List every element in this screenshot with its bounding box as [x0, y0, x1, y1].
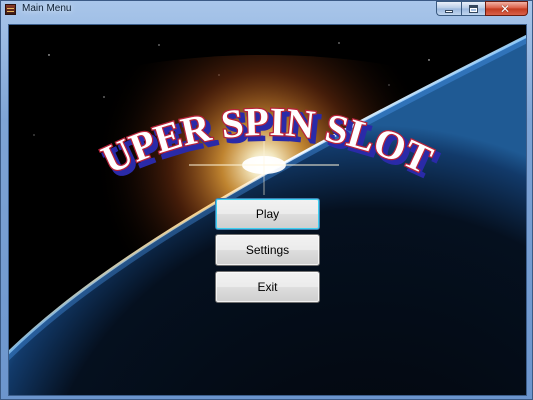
close-icon: ✕: [500, 2, 511, 16]
settings-button[interactable]: Settings: [215, 234, 320, 266]
main-menu-window: Main Menu ✕ UPER SPIN SLOT UPER SPIN SLO…: [0, 0, 533, 400]
caption-buttons: ✕: [436, 1, 528, 17]
main-menu: Play Settings Exit: [9, 25, 526, 395]
maximize-button[interactable]: [461, 1, 485, 16]
main-menu-content: SUPER SPIN SLOTS SUPER SPIN SLOTS Play S…: [8, 24, 527, 396]
exit-button[interactable]: Exit: [215, 271, 320, 303]
maximize-icon: [469, 5, 478, 13]
window-title: Main Menu: [22, 3, 72, 14]
close-button[interactable]: ✕: [485, 1, 528, 16]
app-icon[interactable]: [5, 4, 16, 15]
play-button[interactable]: Play: [215, 198, 320, 230]
minimize-icon: [445, 10, 453, 13]
minimize-button[interactable]: [436, 1, 461, 16]
title-bar[interactable]: Main Menu ✕: [1, 1, 532, 19]
